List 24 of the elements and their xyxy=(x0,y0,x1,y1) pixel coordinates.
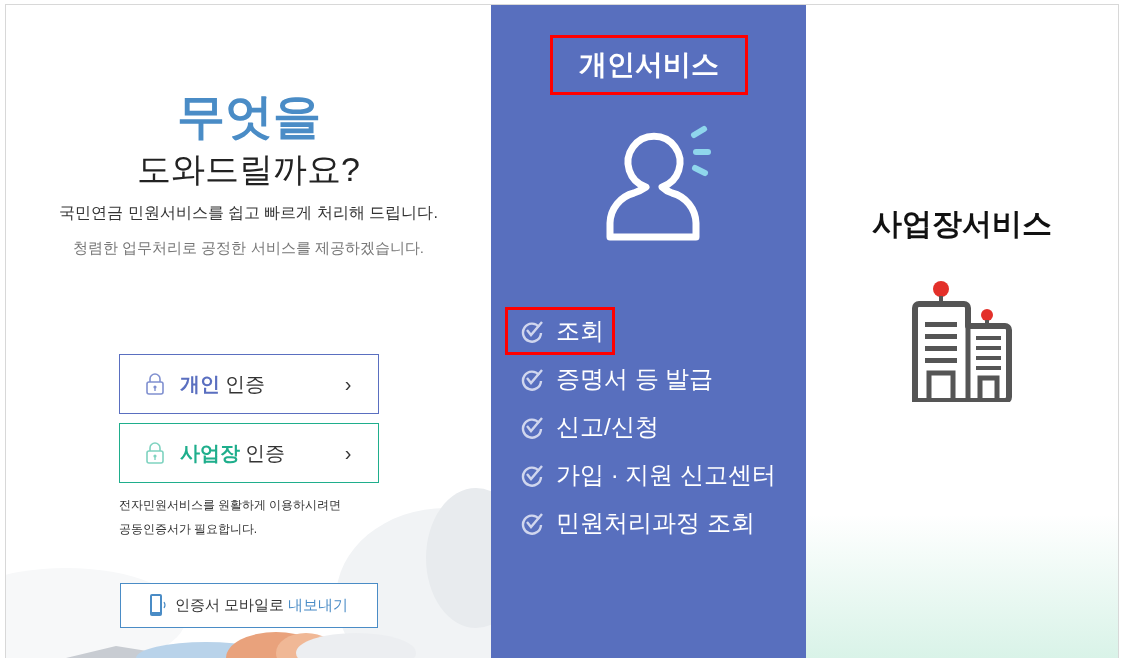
check-icon xyxy=(520,367,544,391)
check-icon xyxy=(520,511,544,535)
mobile-export-button[interactable]: 인증서 모바일로 내보내기 xyxy=(119,582,378,628)
service-link[interactable]: 조회 xyxy=(505,307,615,355)
check-icon xyxy=(520,463,544,487)
auth-button[interactable]: 사업장 인증 › xyxy=(118,422,379,483)
service-link[interactable]: 민원처리과정 조회 xyxy=(505,499,766,547)
description: 청렴한 업무처리로 공정한 서비스를 제공하겠습니다. xyxy=(73,238,424,258)
note: 전자민원서비스를 원활하게 이용하시려면 공동인증서가 필요합니다. xyxy=(118,496,343,538)
heading: 무엇을 xyxy=(176,89,321,145)
lock-icon xyxy=(145,441,164,464)
service-link[interactable]: 가입 · 지원 신고센터 xyxy=(505,451,787,499)
check-icon xyxy=(520,415,544,439)
panel-title: 개인서비스 xyxy=(549,35,748,95)
service-link[interactable]: 증명서 등 발급 xyxy=(505,355,725,403)
auth-button[interactable]: 개인 인증 › xyxy=(118,353,379,414)
check-icon xyxy=(520,319,544,343)
building-icon xyxy=(912,280,1012,402)
description: 국민연금 민원서비스를 쉽고 빠르게 처리해 드립니다. xyxy=(59,203,438,223)
panel-title: 사업장서비스 xyxy=(872,206,1052,242)
subheading: 도와드릴까요? xyxy=(137,149,360,190)
lock-icon xyxy=(145,372,164,395)
service-link[interactable]: 신고/신청 xyxy=(505,403,670,451)
phone-icon xyxy=(148,593,167,617)
